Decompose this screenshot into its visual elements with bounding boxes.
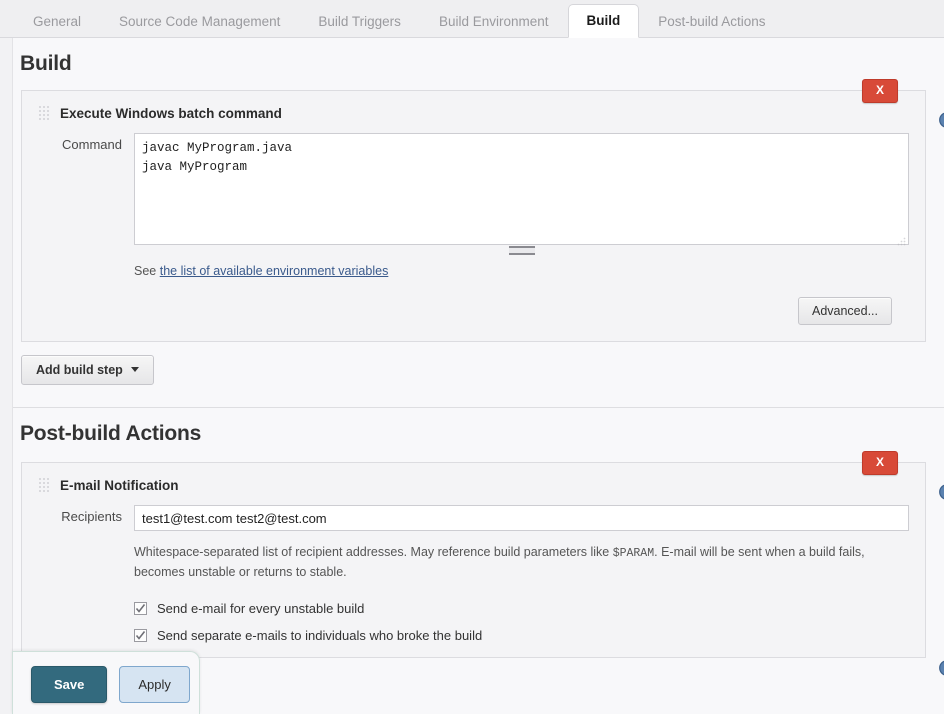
apply-button[interactable]: Apply: [119, 666, 190, 703]
page-root: General Source Code Management Build Tri…: [0, 0, 944, 714]
recipients-row: Recipients Whitespace-separated list of …: [22, 505, 925, 643]
drag-handle-icon[interactable]: [38, 105, 50, 121]
recipients-description: Whitespace-separated list of recipient a…: [134, 531, 909, 582]
command-row: Command javac MyProgram.java java MyProg…: [22, 133, 925, 327]
description-part1: Whitespace-separated list of recipient a…: [134, 545, 613, 559]
command-textarea-wrap: javac MyProgram.java java MyProgram: [134, 133, 909, 248]
send-separate-emails-checkbox[interactable]: [134, 629, 147, 642]
add-build-step-button[interactable]: Add build step: [21, 355, 154, 385]
send-email-unstable-label: Send e-mail for every unstable build: [157, 601, 364, 616]
textarea-resize-handle[interactable]: [509, 246, 535, 255]
help-circle-icon[interactable]: ?: [939, 660, 944, 676]
email-notification-title: E-mail Notification: [60, 478, 179, 493]
hint-prefix: See: [134, 264, 160, 278]
chevron-down-icon: [131, 367, 139, 372]
tab-build-triggers[interactable]: Build Triggers: [299, 5, 420, 38]
postbuild-section-heading: Post-build Actions: [0, 408, 944, 456]
build-step-panel: Execute Windows batch command X ? Comman…: [21, 90, 926, 342]
email-options: Send e-mail for every unstable build Sen…: [134, 582, 909, 643]
drag-handle-icon[interactable]: [38, 477, 50, 493]
help-circle-icon[interactable]: ?: [939, 484, 944, 500]
email-notification-header: E-mail Notification: [22, 463, 925, 505]
build-step-title: Execute Windows batch command: [60, 106, 282, 121]
environment-variables-link[interactable]: the list of available environment variab…: [160, 264, 389, 278]
tab-source-code-management[interactable]: Source Code Management: [100, 5, 299, 38]
send-email-unstable-checkbox[interactable]: [134, 602, 147, 615]
email-notification-panel: E-mail Notification X ? Recipients White…: [21, 462, 926, 658]
add-build-step-label: Add build step: [36, 363, 123, 377]
command-label: Command: [22, 133, 134, 152]
tab-general[interactable]: General: [14, 5, 100, 38]
send-separate-emails-label: Send separate e-mails to individuals who…: [157, 628, 482, 643]
recipients-input[interactable]: [134, 505, 909, 531]
delete-build-step-button[interactable]: X: [862, 79, 898, 103]
command-textarea[interactable]: javac MyProgram.java java MyProgram: [134, 133, 909, 245]
tab-build[interactable]: Build: [568, 4, 640, 38]
build-step-header: Execute Windows batch command: [22, 91, 925, 133]
recipients-label: Recipients: [22, 505, 134, 524]
advanced-button-row: Advanced...: [134, 281, 909, 327]
help-circle-icon[interactable]: ?: [939, 112, 944, 128]
delete-postbuild-action-button[interactable]: X: [862, 451, 898, 475]
tab-build-environment[interactable]: Build Environment: [420, 5, 568, 38]
config-tab-bar: General Source Code Management Build Tri…: [0, 0, 944, 38]
unstable-build-option-row: Send e-mail for every unstable build: [134, 594, 909, 616]
left-gutter: [0, 38, 13, 714]
param-code: $PARAM: [613, 547, 654, 560]
add-build-step-row: Add build step: [0, 342, 944, 385]
tab-post-build-actions[interactable]: Post-build Actions: [639, 5, 784, 38]
separate-emails-option-row: Send separate e-mails to individuals who…: [134, 616, 909, 643]
sticky-save-bar: Save Apply: [12, 651, 200, 714]
build-section-heading: Build: [0, 38, 944, 86]
save-button[interactable]: Save: [31, 666, 107, 703]
advanced-button[interactable]: Advanced...: [798, 297, 892, 325]
